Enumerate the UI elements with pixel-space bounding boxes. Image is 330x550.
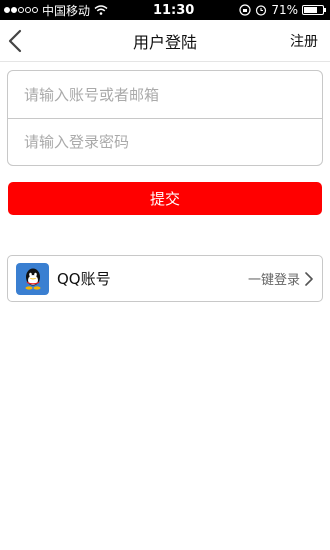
- page-title: 用户登陆: [132, 32, 198, 52]
- status-time: 11:30: [152, 2, 195, 18]
- battery-fill: [303, 7, 317, 13]
- status-left: 中国移动: [4, 2, 108, 19]
- password-input[interactable]: [24, 133, 306, 151]
- battery-icon: [301, 5, 326, 15]
- chevron-left-icon: [8, 29, 22, 52]
- battery-percent: 71%: [271, 3, 298, 17]
- account-input[interactable]: [24, 85, 306, 104]
- back-button[interactable]: [8, 23, 44, 59]
- chevron-right-icon: [305, 271, 313, 286]
- alarm-icon: [256, 5, 267, 16]
- carrier-name: 中国移动: [42, 3, 91, 18]
- wifi-icon: [94, 5, 108, 15]
- password-row: [8, 118, 322, 165]
- submit-button[interactable]: 提交: [8, 182, 322, 215]
- signal-icon: [4, 7, 38, 13]
- qq-account-label: QQ账号: [57, 270, 111, 288]
- nav-bar: 用户登陆 注册: [0, 20, 330, 62]
- qq-one-click-login[interactable]: 一键登录: [248, 269, 300, 288]
- status-bar: 中国移动 11:30 71%: [0, 0, 330, 20]
- register-button[interactable]: 注册: [290, 31, 322, 51]
- rotation-lock-icon: [239, 4, 251, 16]
- qq-login-row[interactable]: QQ账号 一键登录: [7, 255, 323, 302]
- status-right: 71%: [239, 3, 326, 17]
- account-row: [8, 71, 322, 118]
- qq-logo-icon: [16, 262, 49, 295]
- login-form: [7, 70, 323, 166]
